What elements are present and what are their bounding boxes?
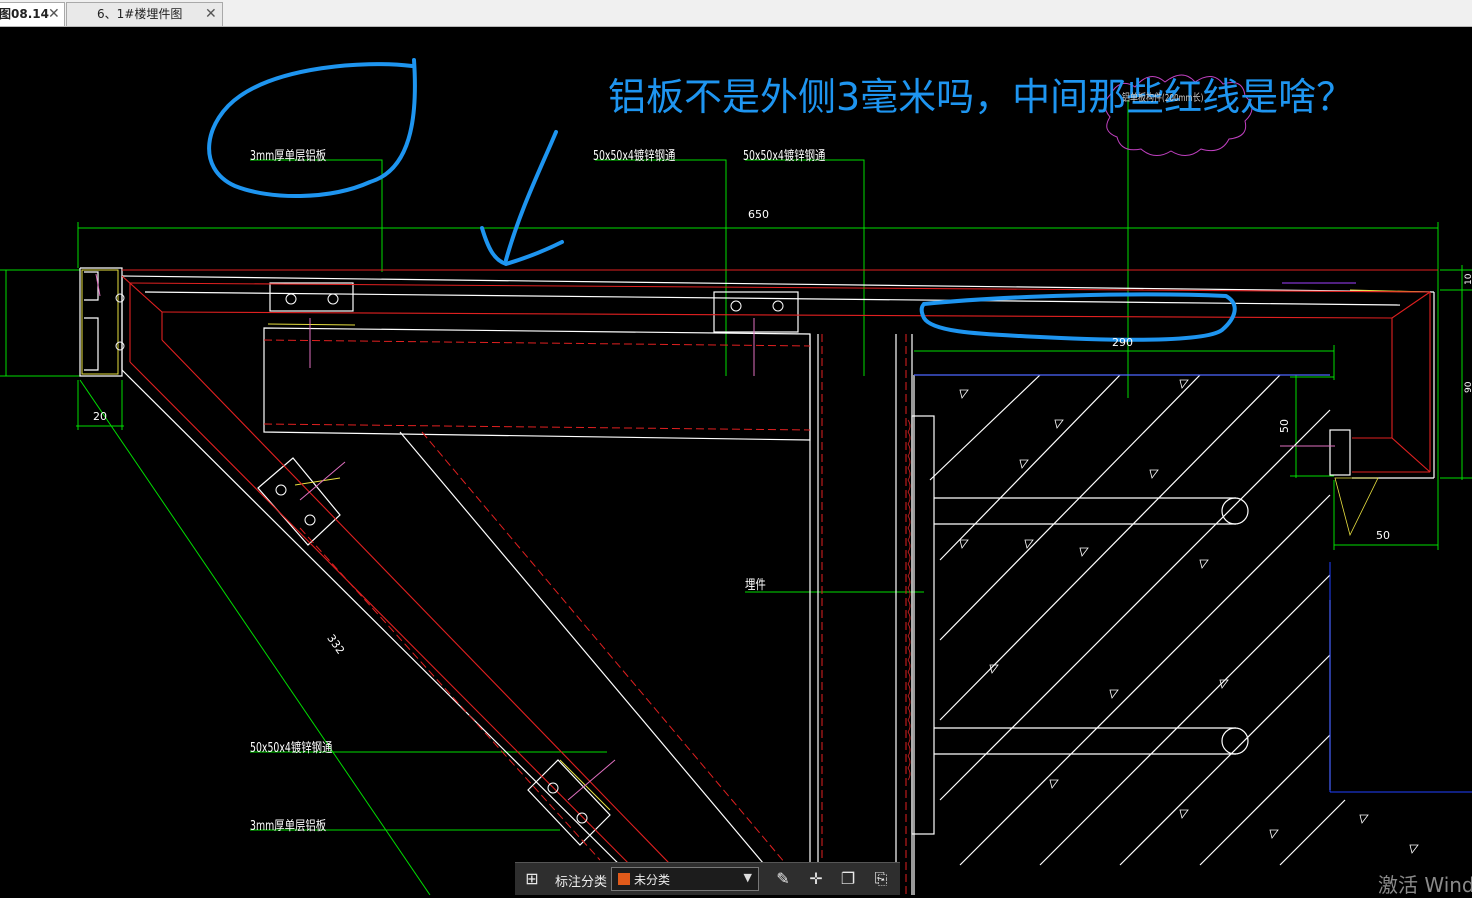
dim-20: 20 bbox=[93, 410, 107, 423]
dim-width-50: 50 bbox=[1376, 529, 1390, 542]
label-steel-tube-2: 50x50x4镀锌钢通 bbox=[743, 149, 826, 164]
dim-90: 90 bbox=[1464, 381, 1472, 393]
grid-icon[interactable]: ⊞ bbox=[521, 868, 543, 890]
move-icon[interactable]: ✛ bbox=[805, 868, 827, 890]
dim-height-50: 50 bbox=[1278, 419, 1291, 433]
tab-label: 6、1#楼埋件图 bbox=[97, 7, 183, 21]
dim-290: 290 bbox=[1112, 336, 1133, 349]
copy-icon[interactable]: ❐ bbox=[837, 868, 859, 890]
paste-icon[interactable]: ⎘ bbox=[870, 868, 892, 890]
close-icon[interactable]: ✕ bbox=[205, 3, 217, 25]
category-color-swatch bbox=[618, 873, 630, 885]
label-steel-tube-3: 50x50x4镀锌钢通 bbox=[250, 741, 333, 756]
close-icon[interactable]: ✕ bbox=[48, 3, 60, 25]
edit-icon[interactable]: ✎ bbox=[772, 868, 794, 890]
tab-embedded-parts-drawing[interactable]: 6、1#楼埋件图 ✕ bbox=[66, 2, 223, 26]
tab-label: 图08.14 bbox=[0, 7, 49, 21]
annotation-question: 铝板不是外侧3毫米吗，中间那些红线是啥？ bbox=[608, 75, 1355, 119]
document-tab-bar: 图08.14 ✕ 6、1#楼埋件图 ✕ bbox=[0, 0, 1472, 27]
windows-activation-watermark: 激活 Wind bbox=[1378, 873, 1472, 897]
dim-10: 10 bbox=[1464, 273, 1472, 285]
label-steel-tube-1: 50x50x4镀锌钢通 bbox=[593, 149, 676, 164]
tab-drawing-0814[interactable]: 图08.14 ✕ bbox=[0, 2, 65, 26]
cad-drawing-canvas[interactable]: 铝板不是外侧3毫米吗，中间那些红线是啥？ 3mm厚单层铝板 50x50x4镀锌钢… bbox=[0, 27, 1472, 897]
chevron-down-icon: ▼ bbox=[743, 871, 752, 884]
label-embed-part: 埋件 bbox=[745, 578, 766, 593]
cad-drawing bbox=[0, 58, 1472, 895]
annotation-toolbar: ⊞ 标注分类 未分类 ▼ ✎ ✛ ❐ ⎘ bbox=[515, 862, 900, 895]
annotation-category-label: 标注分类 bbox=[555, 875, 608, 890]
category-select[interactable]: 未分类 ▼ bbox=[611, 867, 759, 891]
label-aluminum-panel-top: 3mm厚单层铝板 bbox=[250, 149, 327, 164]
label-aluminum-panel-bottom: 3mm厚单层铝板 bbox=[250, 819, 327, 834]
dim-650: 650 bbox=[748, 208, 769, 221]
label-cloud-note: 铝单板构件(200mm长) bbox=[1122, 93, 1204, 104]
category-select-value: 未分类 bbox=[634, 873, 671, 887]
